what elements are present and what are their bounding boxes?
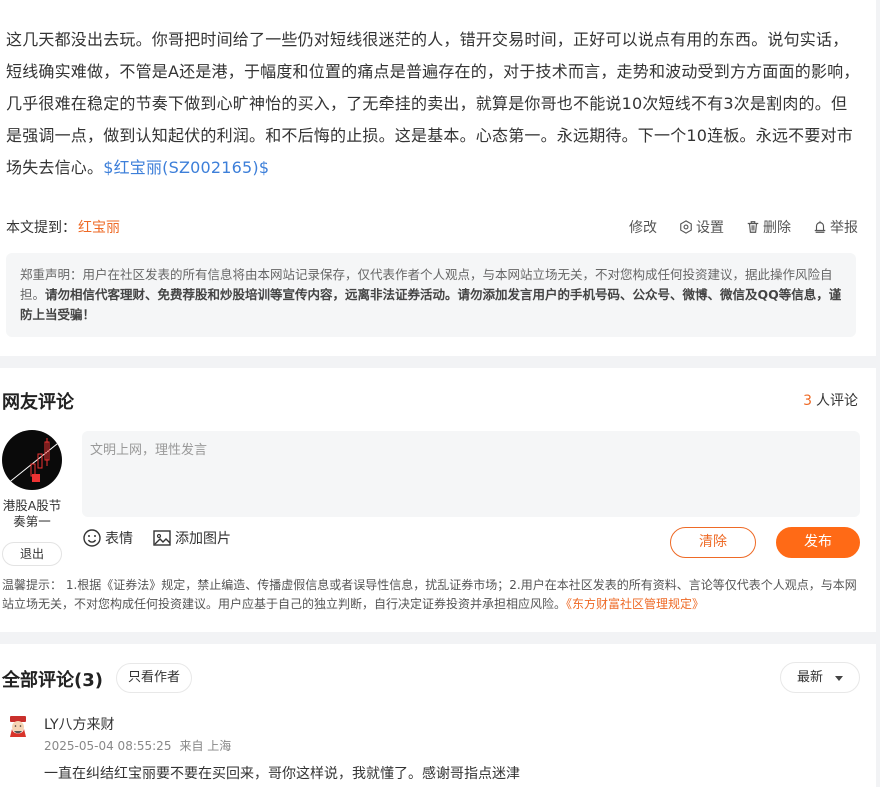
comment-location: 来自 上海: [179, 739, 232, 753]
comment-meta: 2025-05-04 08:55:25 来自 上海: [44, 737, 231, 754]
report-label: 举报: [830, 220, 858, 236]
emoji-label: 表情: [105, 531, 133, 547]
stock-link[interactable]: $红宝丽(SZ002165)$: [103, 158, 269, 177]
user-avatar[interactable]: [2, 430, 62, 490]
community-rules-link[interactable]: 《东方财富社区管理规定》: [566, 597, 704, 611]
report-button[interactable]: 举报: [813, 217, 858, 237]
candlestick-avatar-icon: [2, 438, 62, 489]
comment-input[interactable]: [82, 431, 860, 517]
comment-box-card: 网友评论 3人评论 港股A股节奏第一 退出 表情 添加图片 清除 发布 温馨提示…: [0, 368, 876, 632]
settings-button[interactable]: 设置: [679, 217, 724, 237]
logout-button[interactable]: 退出: [2, 542, 62, 566]
article-text: 这几天都没出去玩。你哥把时间给了一些仍对短线很迷茫的人，错开交易时间，正好可以说…: [6, 30, 860, 177]
mention-label: 本文提到：: [6, 220, 76, 236]
comment-count: 3 人评论: [803, 390, 858, 410]
caret-down-icon: [835, 676, 843, 681]
mentioned-stock-link[interactable]: 红宝丽: [78, 217, 120, 237]
sort-select[interactable]: 最新: [780, 662, 860, 693]
disclaimer-box: 郑重声明：用户在社区发表的所有信息将由本网站记录保存，仅代表作者个人观点，与本网…: [6, 253, 856, 337]
article-card: 这几天都没出去玩。你哥把时间给了一些仍对短线很迷茫的人，错开交易时间，正好可以说…: [0, 0, 876, 356]
commenter-name[interactable]: LY八方来财: [44, 714, 115, 734]
comment-count-number: 3: [803, 393, 812, 409]
image-icon: [153, 530, 171, 546]
disclaimer-warning: 请勿相信代客理财、免费荐股和炒股培训等宣传内容，远离非法证券活动。请勿添加发言用…: [20, 287, 842, 322]
clear-button[interactable]: 清除: [670, 527, 756, 558]
settings-label: 设置: [696, 220, 724, 236]
smiley-icon: [83, 529, 101, 547]
delete-label: 删除: [763, 220, 791, 236]
fortune-god-avatar-icon[interactable]: [6, 715, 30, 739]
edit-label: 修改: [629, 220, 657, 236]
author-only-button[interactable]: 只看作者: [116, 663, 193, 693]
mention-row: 本文提到： 红宝丽 修改 设置 删除 举报: [6, 216, 858, 238]
comment-section-title: 网友评论: [2, 392, 74, 413]
emoji-button[interactable]: 表情: [82, 528, 133, 548]
trash-icon: [747, 221, 759, 233]
posting-tip-text: 温馨提示： 1.根据《证券法》规定，禁止编造、传播虚假信息或者误导性信息，扰乱证…: [2, 578, 857, 611]
sort-value: 最新: [797, 670, 824, 685]
publish-button[interactable]: 发布: [776, 527, 860, 558]
article-body: 这几天都没出去玩。你哥把时间给了一些仍对短线很迷茫的人，错开交易时间，正好可以说…: [6, 24, 862, 184]
all-comments-title: 全部评论(3): [2, 670, 103, 691]
add-image-button[interactable]: 添加图片: [152, 528, 231, 548]
report-icon: [814, 220, 826, 233]
comment-time: 2025-05-04 08:55:25: [44, 739, 172, 753]
edit-button[interactable]: 修改: [629, 217, 657, 237]
comment-text: 一直在纠结红宝丽要不要在买回来，哥你这样说，我就懂了。感谢哥指点迷津: [44, 766, 520, 782]
posting-tip: 温馨提示： 1.根据《证券法》规定，禁止编造、传播虚假信息或者误导性信息，扰乱证…: [2, 576, 858, 614]
all-comments-card: 全部评论(3) 只看作者 最新 LY八方来财 2025-05-04 08:55:…: [0, 644, 876, 787]
comment-count-label: 人评论: [816, 393, 858, 409]
article-actions: 修改 设置 删除 举报: [629, 217, 858, 237]
settings-icon: [680, 220, 692, 234]
delete-button[interactable]: 删除: [746, 217, 791, 237]
user-name[interactable]: 港股A股节奏第一: [0, 498, 64, 530]
add-image-label: 添加图片: [175, 531, 231, 547]
